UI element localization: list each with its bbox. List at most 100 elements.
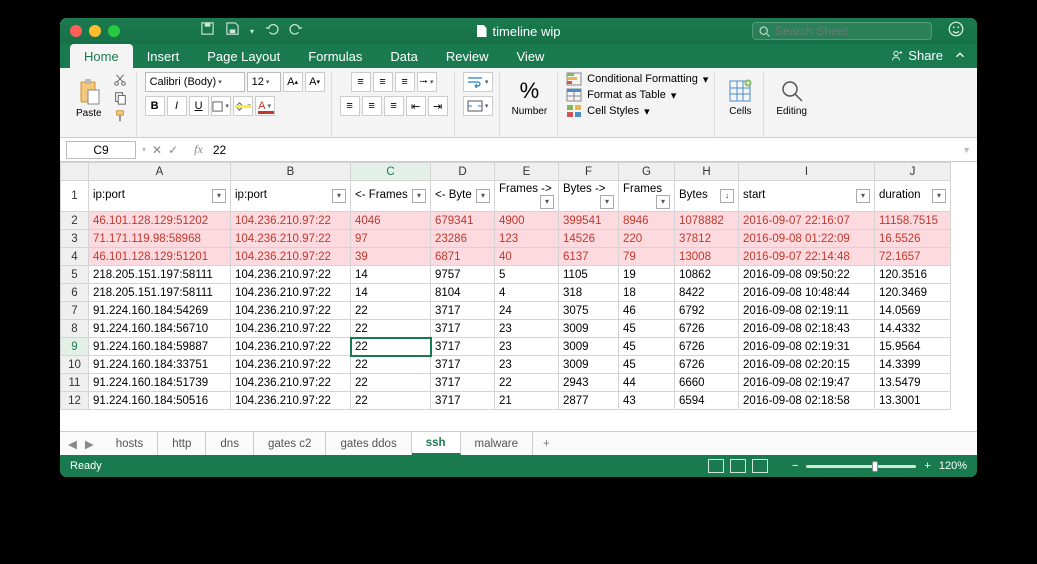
filter-button[interactable]: ▾ bbox=[540, 195, 554, 209]
cell-E12[interactable]: 21 bbox=[495, 392, 559, 410]
cell-G8[interactable]: 45 bbox=[619, 320, 675, 338]
header-cell[interactable]: duration▾ bbox=[875, 181, 951, 212]
merge-cells-button[interactable] bbox=[463, 96, 493, 116]
cell-J3[interactable]: 16.5526 bbox=[875, 230, 951, 248]
cell-J7[interactable]: 14.0569 bbox=[875, 302, 951, 320]
orientation-icon[interactable]: ⭬ bbox=[417, 72, 437, 92]
col-header-J[interactable]: J bbox=[875, 163, 951, 181]
cell-B2[interactable]: 104.236.210.97:22 bbox=[231, 212, 351, 230]
formula-input[interactable]: 22 bbox=[209, 143, 956, 157]
paste-button[interactable]: Paste bbox=[72, 76, 106, 121]
cell-H4[interactable]: 13008 bbox=[675, 248, 739, 266]
cell-B7[interactable]: 104.236.210.97:22 bbox=[231, 302, 351, 320]
cell-G4[interactable]: 79 bbox=[619, 248, 675, 266]
spreadsheet-grid[interactable]: ABCDEFGHIJ1ip:port▾ip:port▾<- Frames▾<- … bbox=[60, 162, 977, 431]
row-header-12[interactable]: 12 bbox=[61, 392, 89, 410]
col-header-D[interactable]: D bbox=[431, 163, 495, 181]
cell-B4[interactable]: 104.236.210.97:22 bbox=[231, 248, 351, 266]
cell-B6[interactable]: 104.236.210.97:22 bbox=[231, 284, 351, 302]
sheet-nav-next-icon[interactable]: ▶ bbox=[85, 437, 94, 451]
cell-F8[interactable]: 3009 bbox=[559, 320, 619, 338]
cut-icon[interactable] bbox=[110, 72, 130, 88]
cell-J4[interactable]: 72.1657 bbox=[875, 248, 951, 266]
filter-button[interactable]: ▾ bbox=[412, 189, 426, 203]
filter-button[interactable]: ▾ bbox=[600, 195, 614, 209]
cell-G3[interactable]: 220 bbox=[619, 230, 675, 248]
bold-button[interactable]: B bbox=[145, 96, 165, 116]
font-family-select[interactable]: Calibri (Body) bbox=[145, 72, 245, 92]
cell-D9[interactable]: 3717 bbox=[431, 338, 495, 356]
sheet-tab-hosts[interactable]: hosts bbox=[102, 432, 159, 455]
format-painter-icon[interactable] bbox=[110, 108, 130, 124]
cell-I7[interactable]: 2016-09-08 02:19:11 bbox=[739, 302, 875, 320]
align-left-icon[interactable]: ≡ bbox=[340, 96, 360, 116]
cell-G9[interactable]: 45 bbox=[619, 338, 675, 356]
tab-review[interactable]: Review bbox=[432, 44, 503, 68]
col-header-A[interactable]: A bbox=[89, 163, 231, 181]
filter-button[interactable]: ▾ bbox=[212, 189, 226, 203]
row-header-8[interactable]: 8 bbox=[61, 320, 89, 338]
cell-E9[interactable]: 23 bbox=[495, 338, 559, 356]
cell-D10[interactable]: 3717 bbox=[431, 356, 495, 374]
cell-J9[interactable]: 15.9564 bbox=[875, 338, 951, 356]
cell-B12[interactable]: 104.236.210.97:22 bbox=[231, 392, 351, 410]
tab-insert[interactable]: Insert bbox=[133, 44, 194, 68]
cell-H5[interactable]: 10862 bbox=[675, 266, 739, 284]
cell-G12[interactable]: 43 bbox=[619, 392, 675, 410]
decrease-font-icon[interactable]: A▾ bbox=[305, 72, 325, 92]
cell-F11[interactable]: 2943 bbox=[559, 374, 619, 392]
feedback-icon[interactable] bbox=[947, 20, 965, 43]
header-cell[interactable]: ip:port▾ bbox=[231, 181, 351, 212]
sheet-tab-ssh[interactable]: ssh bbox=[412, 432, 461, 455]
cell-G5[interactable]: 19 bbox=[619, 266, 675, 284]
filter-button[interactable]: ▾ bbox=[476, 189, 490, 203]
cell-J6[interactable]: 120.3469 bbox=[875, 284, 951, 302]
cell-A12[interactable]: 91.224.160.184:50516 bbox=[89, 392, 231, 410]
zoom-in-button[interactable]: + bbox=[924, 460, 930, 472]
align-right-icon[interactable]: ≡ bbox=[384, 96, 404, 116]
cell-I6[interactable]: 2016-09-08 10:48:44 bbox=[739, 284, 875, 302]
cell-I4[interactable]: 2016-09-07 22:14:48 bbox=[739, 248, 875, 266]
close-button[interactable] bbox=[70, 25, 82, 37]
cell-C11[interactable]: 22 bbox=[351, 374, 431, 392]
conditional-formatting-button[interactable]: Conditional Formatting ▾ bbox=[566, 72, 708, 86]
font-color-button[interactable]: A bbox=[255, 96, 275, 116]
save-icon[interactable] bbox=[225, 21, 240, 41]
cell-G10[interactable]: 45 bbox=[619, 356, 675, 374]
row-header-11[interactable]: 11 bbox=[61, 374, 89, 392]
row-header-5[interactable]: 5 bbox=[61, 266, 89, 284]
minimize-button[interactable] bbox=[89, 25, 101, 37]
cell-J8[interactable]: 14.4332 bbox=[875, 320, 951, 338]
cell-I2[interactable]: 2016-09-07 22:16:07 bbox=[739, 212, 875, 230]
cell-F10[interactable]: 3009 bbox=[559, 356, 619, 374]
cell-H8[interactable]: 6726 bbox=[675, 320, 739, 338]
cell-C10[interactable]: 22 bbox=[351, 356, 431, 374]
expand-formula-icon[interactable]: ▼ bbox=[956, 145, 977, 155]
cell-D7[interactable]: 3717 bbox=[431, 302, 495, 320]
header-cell[interactable]: <- Byte▾ bbox=[431, 181, 495, 212]
cell-D12[interactable]: 3717 bbox=[431, 392, 495, 410]
cell-A2[interactable]: 46.101.128.129:51202 bbox=[89, 212, 231, 230]
tab-home[interactable]: Home bbox=[70, 44, 133, 68]
col-header-I[interactable]: I bbox=[739, 163, 875, 181]
filter-button[interactable]: ↓ bbox=[720, 189, 734, 203]
header-cell[interactable]: ip:port▾ bbox=[89, 181, 231, 212]
cell-F3[interactable]: 14526 bbox=[559, 230, 619, 248]
align-bottom-icon[interactable]: ≡ bbox=[395, 72, 415, 92]
col-header-C[interactable]: C bbox=[351, 163, 431, 181]
cell-C6[interactable]: 14 bbox=[351, 284, 431, 302]
cell-F5[interactable]: 1105 bbox=[559, 266, 619, 284]
zoom-out-button[interactable]: − bbox=[792, 460, 798, 472]
tab-view[interactable]: View bbox=[503, 44, 559, 68]
header-cell[interactable]: Bytes ->▾ bbox=[559, 181, 619, 212]
sheet-tab-malware[interactable]: malware bbox=[461, 432, 533, 455]
redo-icon[interactable] bbox=[289, 21, 304, 41]
cell-I12[interactable]: 2016-09-08 02:18:58 bbox=[739, 392, 875, 410]
cell-I10[interactable]: 2016-09-08 02:20:15 bbox=[739, 356, 875, 374]
cancel-formula-icon[interactable]: ✕ bbox=[152, 143, 162, 157]
align-top-icon[interactable]: ≡ bbox=[351, 72, 371, 92]
name-box[interactable]: C9 bbox=[66, 141, 136, 159]
collapse-ribbon-icon[interactable] bbox=[953, 48, 967, 67]
filter-button[interactable]: ▾ bbox=[856, 189, 870, 203]
header-cell[interactable]: Bytes↓ bbox=[675, 181, 739, 212]
